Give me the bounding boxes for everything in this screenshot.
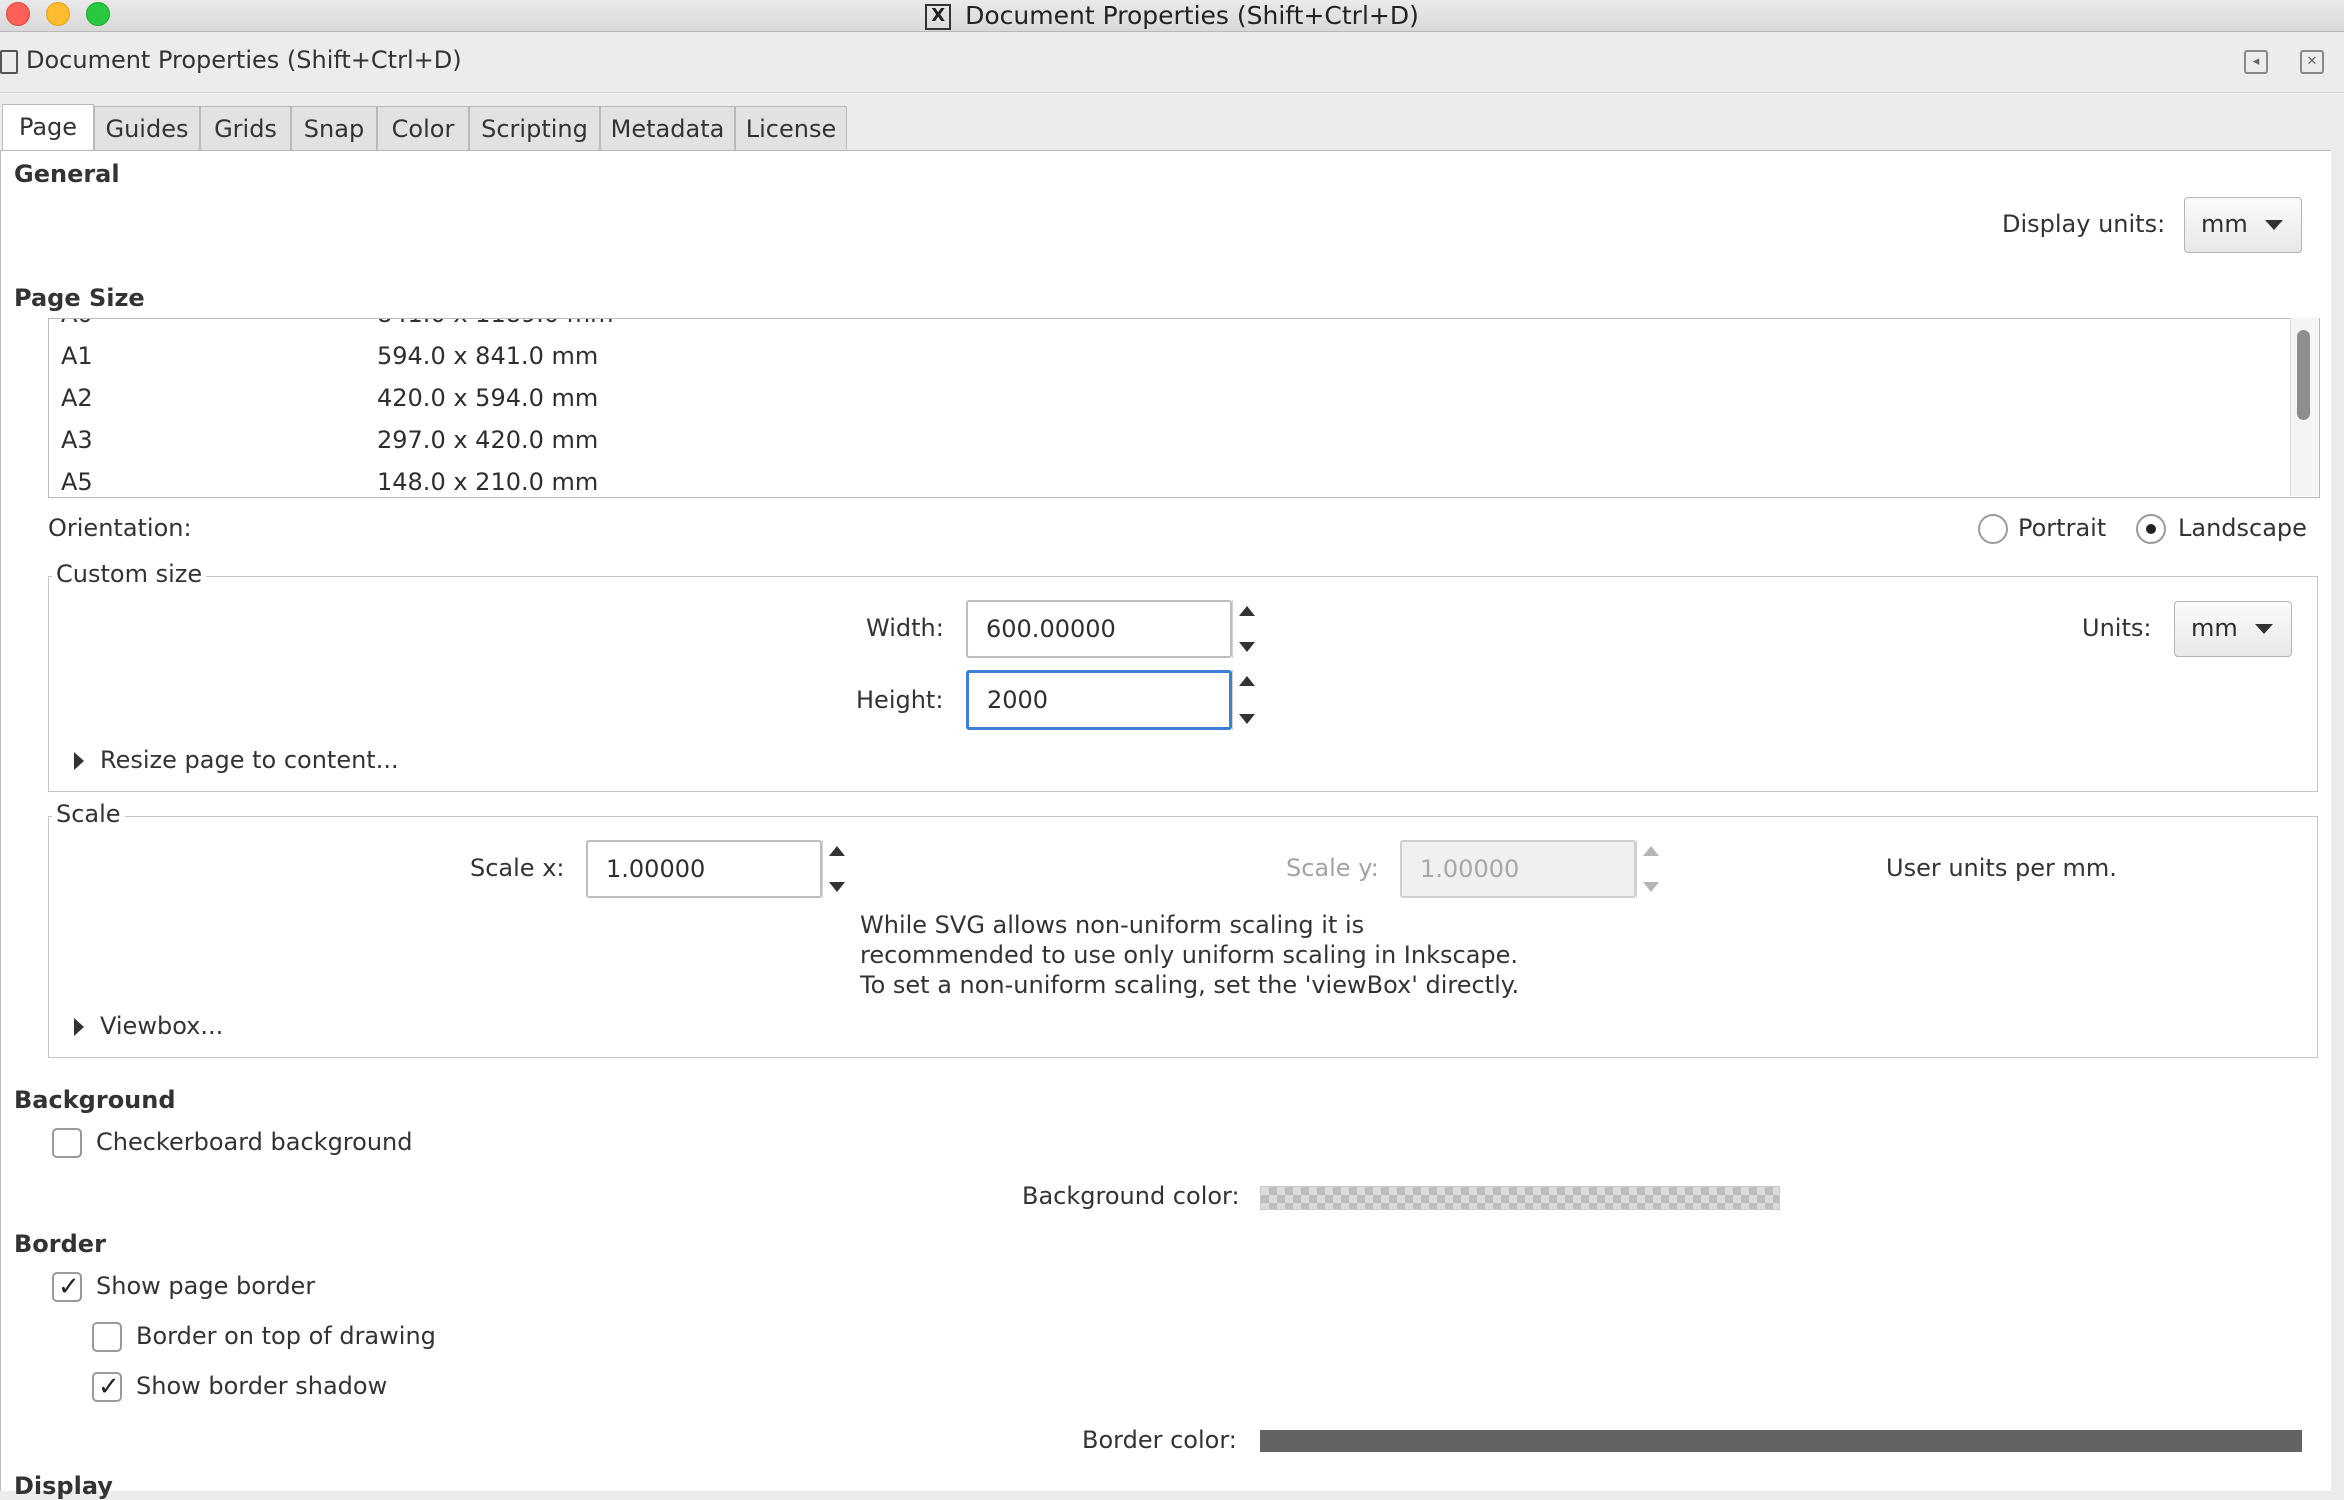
border-on-top-label: Border on top of drawing	[136, 1322, 436, 1350]
tab-color[interactable]: Color	[377, 106, 469, 150]
border-color-label: Border color:	[1082, 1426, 1237, 1454]
border-color-swatch[interactable]	[1260, 1430, 2302, 1452]
orientation-label: Orientation:	[48, 514, 192, 542]
units-value: mm	[2191, 614, 2238, 642]
list-item[interactable]: A3 297.0 x 420.0 mm	[49, 419, 2319, 461]
tab-license[interactable]: License	[735, 106, 847, 150]
chevron-down-icon	[2265, 220, 2283, 230]
checkerboard-checkbox[interactable]	[52, 1128, 82, 1158]
scale-y-input: 1.00000	[1400, 840, 1636, 898]
background-color-swatch[interactable]	[1260, 1186, 1780, 1210]
width-input[interactable]: 600.00000	[966, 600, 1232, 658]
spin-up-icon	[1643, 846, 1659, 856]
list-item[interactable]: A5 148.0 x 210.0 mm	[49, 461, 2319, 497]
custom-size-title: Custom size	[52, 560, 207, 588]
display-units-dropdown[interactable]: mm	[2184, 197, 2302, 253]
border-heading: Border	[14, 1230, 106, 1258]
dock-iconify-icon[interactable]: ◂	[2244, 50, 2268, 74]
tab-grids[interactable]: Grids	[200, 106, 291, 150]
list-item[interactable]: A2 420.0 x 594.0 mm	[49, 377, 2319, 419]
scale-y-label: Scale y:	[1286, 854, 1379, 882]
landscape-label: Landscape	[2178, 514, 2307, 542]
scrollbar-thumb[interactable]	[2297, 330, 2310, 420]
spin-down-icon	[1643, 882, 1659, 892]
list-item[interactable]: A0841.0 x 1189.0 mm	[49, 319, 2319, 335]
list-item[interactable]: A1 594.0 x 841.0 mm	[49, 335, 2319, 377]
scale-note-line-3: To set a non-uniform scaling, set the 'v…	[860, 971, 1520, 999]
tab-page[interactable]: Page	[2, 104, 94, 150]
page-size-list[interactable]: A0841.0 x 1189.0 mm A1594.0 x 841.0 mm A…	[48, 318, 2320, 498]
spin-down-icon[interactable]	[1239, 642, 1255, 652]
user-units-text: User units per mm.	[1886, 854, 2117, 882]
height-input[interactable]: 2000	[966, 670, 1232, 730]
page-size-heading: Page Size	[14, 284, 145, 312]
units-label: Units:	[2082, 614, 2152, 642]
scale-x-stepper[interactable]	[822, 840, 850, 898]
radio-selected-dot	[2146, 524, 2156, 534]
tab-scripting[interactable]: Scripting	[469, 106, 600, 150]
chevron-down-icon	[2255, 624, 2273, 634]
display-heading: Display	[14, 1472, 113, 1500]
viewbox-expander[interactable]: Viewbox...	[100, 1012, 223, 1040]
spin-up-icon[interactable]	[1239, 606, 1255, 616]
tab-guides[interactable]: Guides	[94, 106, 200, 150]
document-properties-icon	[0, 50, 18, 74]
spin-down-icon[interactable]	[829, 882, 845, 892]
show-page-border-label: Show page border	[96, 1272, 316, 1300]
scale-x-input[interactable]: 1.00000	[586, 840, 822, 898]
background-color-label: Background color:	[1022, 1182, 1240, 1210]
display-units-value: mm	[2201, 210, 2248, 238]
scale-x-label: Scale x:	[470, 854, 565, 882]
tab-snap[interactable]: Snap	[291, 106, 377, 150]
border-on-top-checkbox[interactable]	[92, 1322, 122, 1352]
window-title: X Document Properties (Shift+Ctrl+D)	[0, 0, 2344, 31]
expander-triangle-icon[interactable]	[74, 1018, 84, 1036]
scale-note-line-1: While SVG allows non-uniform scaling it …	[860, 911, 1365, 939]
checkmark-icon: ✓	[98, 1372, 120, 1402]
general-heading: General	[14, 160, 120, 188]
landscape-radio[interactable]	[2136, 514, 2166, 544]
spin-up-icon[interactable]	[829, 846, 845, 856]
units-dropdown[interactable]: mm	[2174, 601, 2292, 657]
height-stepper[interactable]	[1232, 670, 1260, 730]
scale-title: Scale	[52, 800, 125, 828]
show-border-shadow-checkbox[interactable]: ✓	[92, 1372, 122, 1402]
height-label: Height:	[856, 686, 944, 714]
scale-y-stepper	[1636, 840, 1664, 898]
x11-logo-icon: X	[925, 4, 952, 30]
resize-to-content-expander[interactable]: Resize page to content...	[100, 746, 399, 774]
tab-metadata[interactable]: Metadata	[600, 106, 735, 150]
portrait-radio[interactable]	[1978, 514, 2008, 544]
dock-title: Document Properties (Shift+Ctrl+D)	[26, 46, 462, 74]
width-label: Width:	[866, 614, 944, 642]
spin-up-icon[interactable]	[1239, 676, 1255, 686]
window-title-text: Document Properties (Shift+Ctrl+D)	[965, 1, 1419, 30]
show-page-border-checkbox[interactable]: ✓	[52, 1272, 82, 1302]
show-border-shadow-label: Show border shadow	[136, 1372, 388, 1400]
width-stepper[interactable]	[1232, 600, 1260, 658]
spin-down-icon[interactable]	[1239, 714, 1255, 724]
scale-note-line-2: recommended to use only uniform scaling …	[860, 941, 1519, 969]
dock-close-icon[interactable]: ✕	[2300, 50, 2324, 74]
checkerboard-label: Checkerboard background	[96, 1128, 413, 1156]
expander-triangle-icon[interactable]	[74, 752, 84, 770]
portrait-label: Portrait	[2018, 514, 2107, 542]
display-units-label: Display units:	[2002, 210, 2166, 238]
checkmark-icon: ✓	[58, 1272, 80, 1302]
background-heading: Background	[14, 1086, 176, 1114]
